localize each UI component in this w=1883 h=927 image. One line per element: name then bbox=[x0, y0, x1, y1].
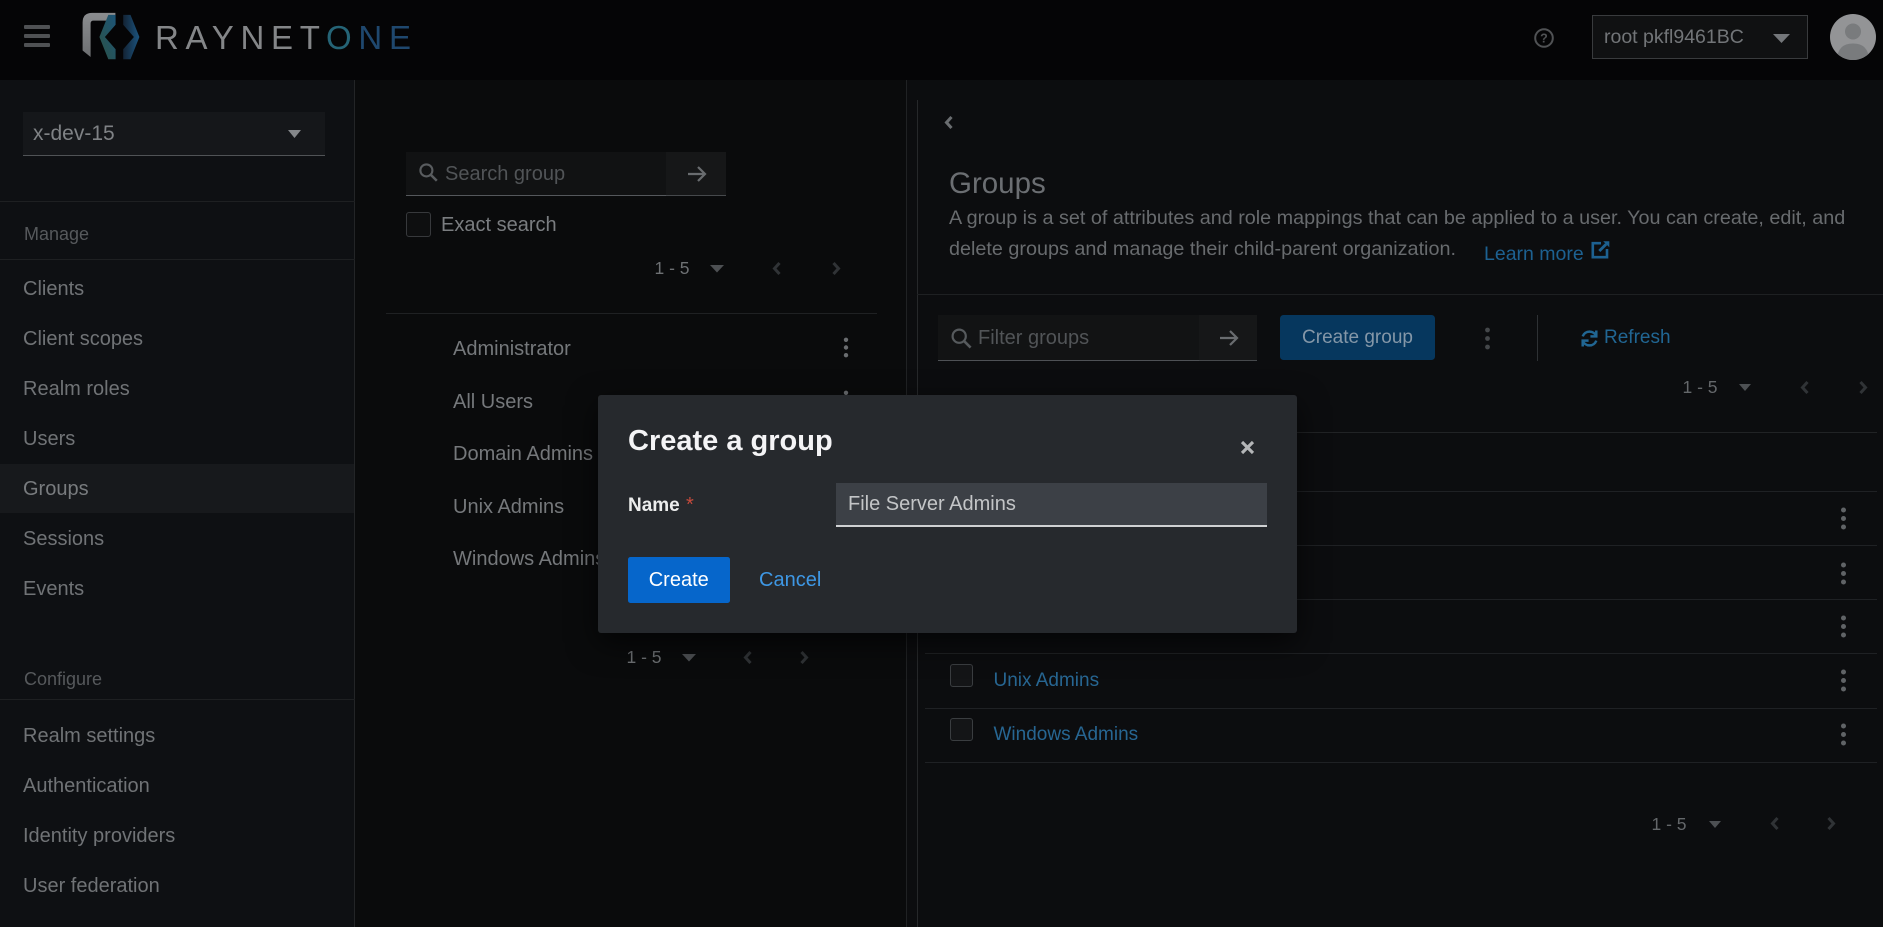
svg-text:?: ? bbox=[1540, 32, 1548, 46]
